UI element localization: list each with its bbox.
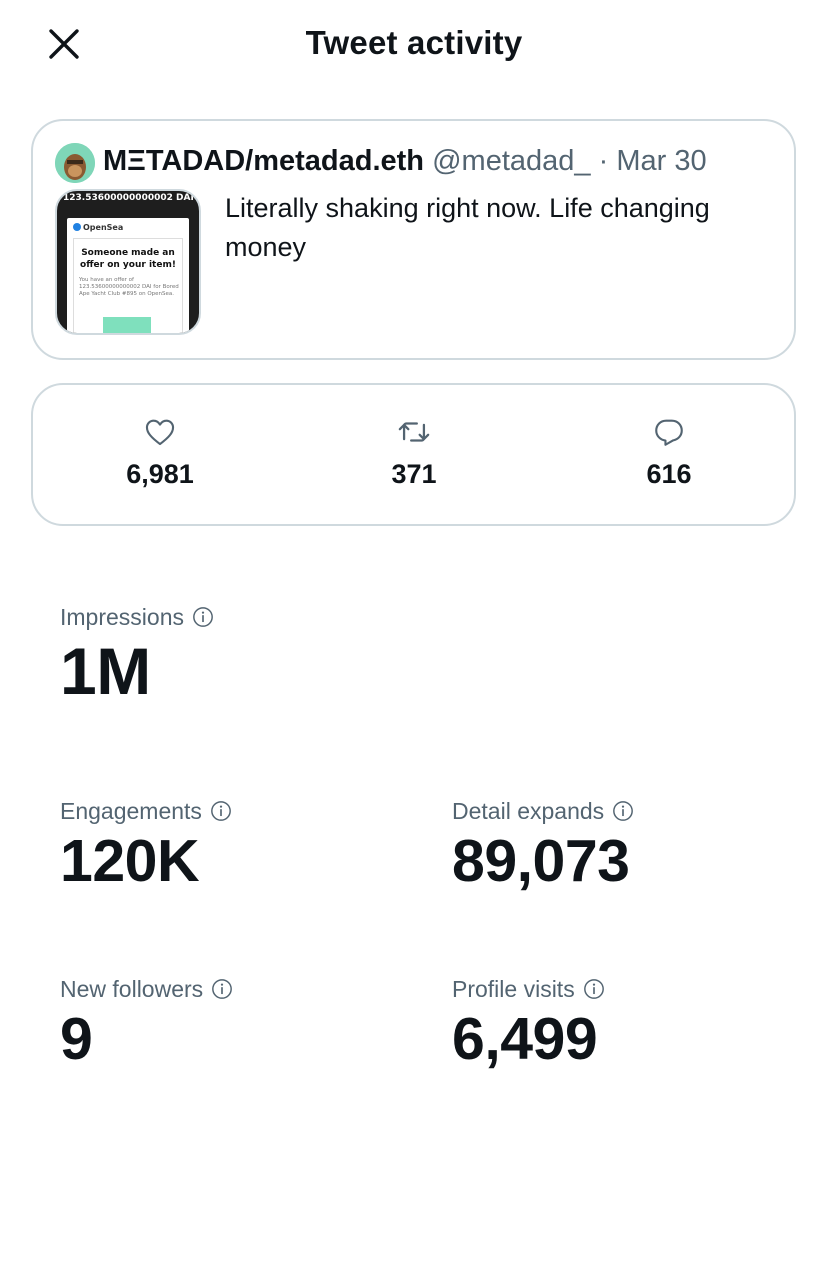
opensea-label: OpenSea <box>83 223 124 232</box>
new-followers-label-row: New followers <box>60 976 233 1003</box>
engagements-label-row: Engagements <box>60 798 232 825</box>
thumbnail-headline: Someone made an offer on your item! <box>80 248 176 270</box>
reply-icon <box>655 419 683 446</box>
replies-count: 616 <box>646 459 692 489</box>
impressions-label-row: Impressions <box>60 604 214 631</box>
thumbnail-body-text: You have an offer of 123.53600000000002 … <box>79 277 179 297</box>
tweet-media-thumbnail[interactable]: 123.53600000000002 DAI on Bored Ape Yach… <box>55 189 201 335</box>
profile-visits-label-row: Profile visits <box>452 976 605 1003</box>
page-title: Tweet activity <box>305 24 523 61</box>
detail-expands-metric: Detail expands 89,073 <box>452 798 634 895</box>
ape-image <box>103 317 151 333</box>
profile-visits-value: 6,499 <box>452 1006 598 1072</box>
info-icon[interactable] <box>192 606 214 628</box>
new-followers-metric: New followers 9 <box>60 976 233 1073</box>
engagements-metric: Engagements 120K <box>60 798 232 895</box>
opensea-logo: OpenSea <box>73 223 123 232</box>
thumbnail-header: 123.53600000000002 DAI on Bored Ape Yach… <box>63 193 195 203</box>
separator-dot: · <box>598 145 609 177</box>
profile-visits-label: Profile visits <box>452 976 575 1002</box>
impressions-metric: Impressions 1M <box>60 604 214 709</box>
info-icon[interactable] <box>612 800 634 822</box>
author-name[interactable]: MΞTADAD/metadad.eth <box>103 145 424 177</box>
retweets-stat[interactable]: 371 <box>314 415 514 490</box>
impressions-value: 1M <box>60 634 151 708</box>
engagements-value: 120K <box>60 828 200 894</box>
replies-stat[interactable]: 616 <box>569 415 769 490</box>
avatar[interactable] <box>55 143 95 183</box>
tweet-text: Literally shaking right now. Life changi… <box>225 193 710 262</box>
tweet-date: Mar 30 <box>616 145 707 177</box>
info-icon[interactable] <box>210 800 232 822</box>
detail-expands-label: Detail expands <box>452 798 605 824</box>
author-handle[interactable]: @metadad_ <box>432 145 590 177</box>
thumbnail-sheet: OpenSea Someone made an offer on your it… <box>67 218 189 333</box>
new-followers-label: New followers <box>60 976 204 1002</box>
likes-stat[interactable]: 6,981 <box>60 415 260 490</box>
engagement-card: 6,981 371 616 <box>31 383 796 526</box>
heart-icon <box>145 419 175 446</box>
retweets-count: 371 <box>391 459 437 489</box>
engagements-label: Engagements <box>60 798 202 824</box>
info-icon[interactable] <box>211 978 233 1000</box>
header: Tweet activity <box>0 0 828 92</box>
tweet-author-line: MΞTADAD/metadad.eth @metadad_ · Mar 30 <box>103 145 707 178</box>
detail-expands-label-row: Detail expands <box>452 798 634 825</box>
retweet-icon <box>398 422 430 442</box>
info-icon[interactable] <box>583 978 605 1000</box>
tweet-card[interactable]: MΞTADAD/metadad.eth @metadad_ · Mar 30 1… <box>31 119 796 360</box>
likes-count: 6,981 <box>126 459 194 489</box>
new-followers-value: 9 <box>60 1006 93 1072</box>
detail-expands-value: 89,073 <box>452 828 630 894</box>
impressions-label: Impressions <box>60 604 184 630</box>
profile-visits-metric: Profile visits 6,499 <box>452 976 605 1073</box>
